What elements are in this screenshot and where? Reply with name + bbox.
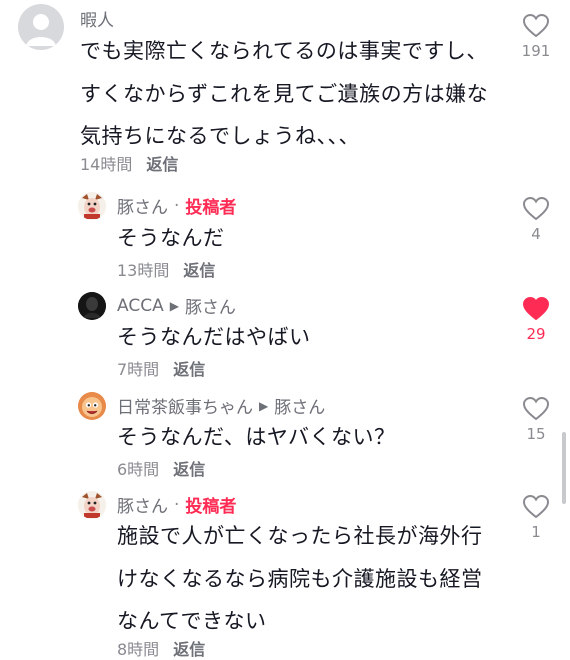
avatar[interactable] <box>78 192 106 220</box>
like-button[interactable]: 4 <box>516 197 556 243</box>
author-badge: 投稿者 <box>185 198 237 218</box>
reply-button[interactable]: 返信 <box>173 456 205 480</box>
timestamp: 8時間 <box>117 640 160 659</box>
pig-avatar-icon <box>78 192 106 220</box>
like-count: 4 <box>531 225 541 243</box>
comment-text-line: 施設で人が亡くなったら社長が海外行 <box>117 524 483 548</box>
comment-meta: 13時間 返信 <box>117 257 215 281</box>
separator-dot: · <box>174 494 180 515</box>
username[interactable]: 暇人 <box>80 6 114 31</box>
timestamp: 7時間 <box>117 360 160 379</box>
reply-to-username[interactable]: 豚さん <box>274 393 325 418</box>
comment-header: 豚さん · 投稿者 <box>117 492 237 518</box>
like-count: 1 <box>531 523 541 541</box>
like-button[interactable]: 15 <box>516 397 556 443</box>
like-count: 15 <box>526 425 546 443</box>
comment-text-line: けなくなるなら病院も介護施設も経営 <box>117 567 483 591</box>
reply-button[interactable]: 返信 <box>173 636 205 660</box>
username[interactable]: ACCA <box>117 296 164 316</box>
scrollbar[interactable] <box>562 432 566 504</box>
comment-text-line: すくなからずこれを見てご遺族の方は嫌な <box>80 82 489 106</box>
like-button[interactable]: 1 <box>516 495 556 541</box>
avatar[interactable] <box>78 292 106 320</box>
timestamp: 6時間 <box>117 460 160 479</box>
comment-text-line: そうなんだ、はヤバくない？ <box>117 425 396 449</box>
avatar[interactable] <box>18 4 64 50</box>
like-button[interactable]: 29 <box>516 297 556 343</box>
username[interactable]: 日常茶飯事ちゃん <box>117 393 253 418</box>
comment-text-line: そうなんだ <box>117 226 225 250</box>
comment-header: 豚さん · 投稿者 <box>117 193 237 219</box>
reply-button[interactable]: 返信 <box>183 257 215 281</box>
comment-text-line: でも実際亡くなられてるのは事実ですし、 <box>80 39 488 63</box>
comment-header: 暇人 <box>80 6 114 31</box>
triangle-right-icon: ▶ <box>259 398 269 413</box>
heart-outline-icon <box>523 14 549 38</box>
timestamp: 13時間 <box>117 261 170 280</box>
comment-text-line: 気持ちになるでしょうね、、、 <box>80 124 360 148</box>
pig-avatar-icon <box>78 491 106 519</box>
heart-outline-icon <box>523 197 549 221</box>
reply-to-username[interactable]: 豚さん <box>185 293 236 318</box>
username[interactable]: 豚さん <box>117 492 168 517</box>
comment-header: ACCA ▶ 豚さん <box>117 293 236 319</box>
reply-button[interactable]: 返信 <box>173 356 205 380</box>
avatar[interactable] <box>78 392 106 420</box>
comment-text-line: そうなんだはやばい <box>117 325 311 349</box>
comment-meta: 6時間 返信 <box>117 456 205 480</box>
avatar[interactable] <box>78 491 106 519</box>
comment-meta: 7時間 返信 <box>117 356 205 380</box>
author-badge: 投稿者 <box>185 497 237 517</box>
heart-filled-icon <box>523 297 549 321</box>
like-count: 29 <box>526 325 546 343</box>
comment-header: 日常茶飯事ちゃん ▶ 豚さん <box>117 393 325 418</box>
default-avatar-icon <box>26 14 56 46</box>
triangle-right-icon: ▶ <box>169 298 179 313</box>
like-button[interactable]: 191 <box>516 14 556 60</box>
comment-meta: 8時間 返信 <box>117 636 205 660</box>
cartoon-face-avatar-icon <box>78 392 106 420</box>
reply-button[interactable]: 返信 <box>146 151 178 175</box>
separator-dot: · <box>174 195 180 216</box>
comment-text-line: なんてできない <box>117 609 267 633</box>
heart-outline-icon <box>523 397 549 421</box>
heart-outline-icon <box>523 495 549 519</box>
like-count: 191 <box>521 42 551 60</box>
comment-meta: 14時間 返信 <box>80 151 178 175</box>
timestamp: 14時間 <box>80 155 133 174</box>
username[interactable]: 豚さん <box>117 193 168 218</box>
dark-avatar-icon <box>78 292 106 320</box>
